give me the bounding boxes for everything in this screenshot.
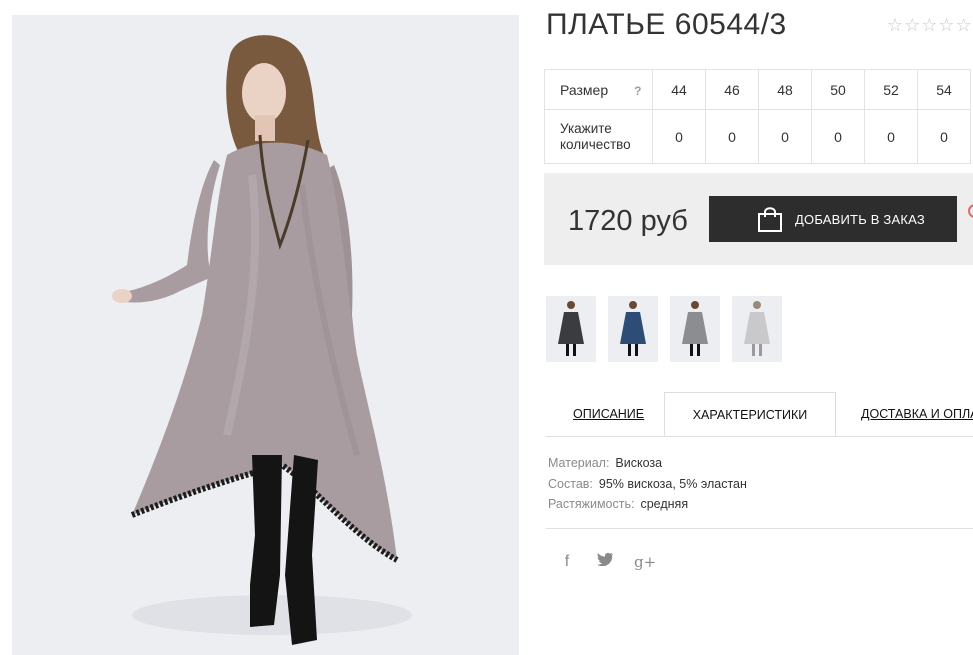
divider bbox=[546, 528, 973, 529]
quantity-header-label: Укажите количество bbox=[560, 120, 631, 152]
thumbnail-image bbox=[620, 301, 646, 356]
twitter-icon[interactable] bbox=[596, 552, 614, 571]
quantity-input-44[interactable]: 0 bbox=[652, 109, 706, 164]
quantity-input-46[interactable]: 0 bbox=[705, 109, 759, 164]
thumbnail-image bbox=[744, 301, 770, 356]
size-50: 50 bbox=[811, 69, 865, 110]
tab-characteristics[interactable]: ХАРАКТЕРИСТИКИ bbox=[664, 392, 836, 436]
quantity-input-54[interactable]: 0 bbox=[917, 109, 971, 164]
spec-material: Материал: Вискоза bbox=[548, 453, 747, 474]
spec-label: Материал: bbox=[548, 456, 610, 470]
thumbnail-blue[interactable] bbox=[608, 296, 658, 362]
facebook-icon[interactable]: f bbox=[558, 553, 576, 571]
size-52: 52 bbox=[864, 69, 918, 110]
characteristics-list: Материал: Вискоза Состав: 95% вискоза, 5% … bbox=[548, 453, 747, 515]
spec-value: 95% вискоза, 5% эластан bbox=[598, 476, 747, 491]
spec-stretch: Растяжимость: средняя bbox=[548, 494, 747, 515]
thumbnail-strip bbox=[546, 296, 782, 362]
shopping-bag-icon bbox=[757, 205, 783, 233]
thumbnail-image bbox=[558, 301, 584, 356]
product-title: ПЛАТЬЕ 60544/3 bbox=[546, 8, 787, 41]
product-tabs: ОПИСАНИЕ ХАРАКТЕРИСТИКИ ДОСТАВКА И ОПЛАТ… bbox=[546, 392, 973, 437]
spec-composition: Состав: 95% вискоза, 5% эластан bbox=[548, 474, 747, 495]
quantity-header-cell: Укажите количество bbox=[544, 109, 653, 164]
size-row: Размер? 44 46 48 50 52 54 bbox=[544, 69, 971, 110]
quantity-row: Укажите количество 0 0 0 0 0 0 bbox=[544, 109, 971, 164]
price-box: 1720 руб ДОБАВИТЬ В ЗАКАЗ bbox=[544, 173, 973, 265]
model-photo-illustration bbox=[12, 15, 519, 655]
size-quantity-table: Размер? 44 46 48 50 52 54 Укажите количе… bbox=[544, 69, 971, 164]
add-to-order-label: ДОБАВИТЬ В ЗАКАЗ bbox=[795, 211, 925, 227]
spec-value: Вискоза bbox=[615, 456, 663, 470]
size-header-cell: Размер? bbox=[544, 69, 653, 110]
size-54: 54 bbox=[917, 69, 971, 110]
add-to-order-button[interactable]: ДОБАВИТЬ В ЗАКАЗ bbox=[709, 196, 957, 242]
size-header-label: Размер bbox=[560, 81, 609, 98]
product-main-photo[interactable] bbox=[12, 15, 519, 655]
tab-description[interactable]: ОПИСАНИЕ bbox=[573, 392, 644, 436]
rating-stars[interactable]: ☆☆☆☆☆ bbox=[887, 15, 973, 36]
size-help-icon[interactable]: ? bbox=[634, 84, 641, 98]
size-46: 46 bbox=[705, 69, 759, 110]
thumbnail-light[interactable] bbox=[732, 296, 782, 362]
thumbnail-black[interactable] bbox=[546, 296, 596, 362]
thumbnail-grey[interactable] bbox=[670, 296, 720, 362]
quantity-input-48[interactable]: 0 bbox=[758, 109, 812, 164]
quantity-input-50[interactable]: 0 bbox=[811, 109, 865, 164]
spec-label: Состав: bbox=[548, 476, 593, 491]
size-48: 48 bbox=[758, 69, 812, 110]
thumbnail-image bbox=[682, 301, 708, 356]
quantity-input-52[interactable]: 0 bbox=[864, 109, 918, 164]
social-share: f g+ bbox=[558, 552, 656, 571]
spec-value: средняя bbox=[640, 497, 689, 511]
tab-delivery-payment[interactable]: ДОСТАВКА И ОПЛАТА bbox=[861, 392, 973, 436]
google-plus-icon[interactable]: g+ bbox=[634, 553, 656, 571]
spec-label: Растяжимость: bbox=[548, 497, 635, 511]
size-44: 44 bbox=[652, 69, 706, 110]
product-price: 1720 руб bbox=[568, 205, 688, 237]
